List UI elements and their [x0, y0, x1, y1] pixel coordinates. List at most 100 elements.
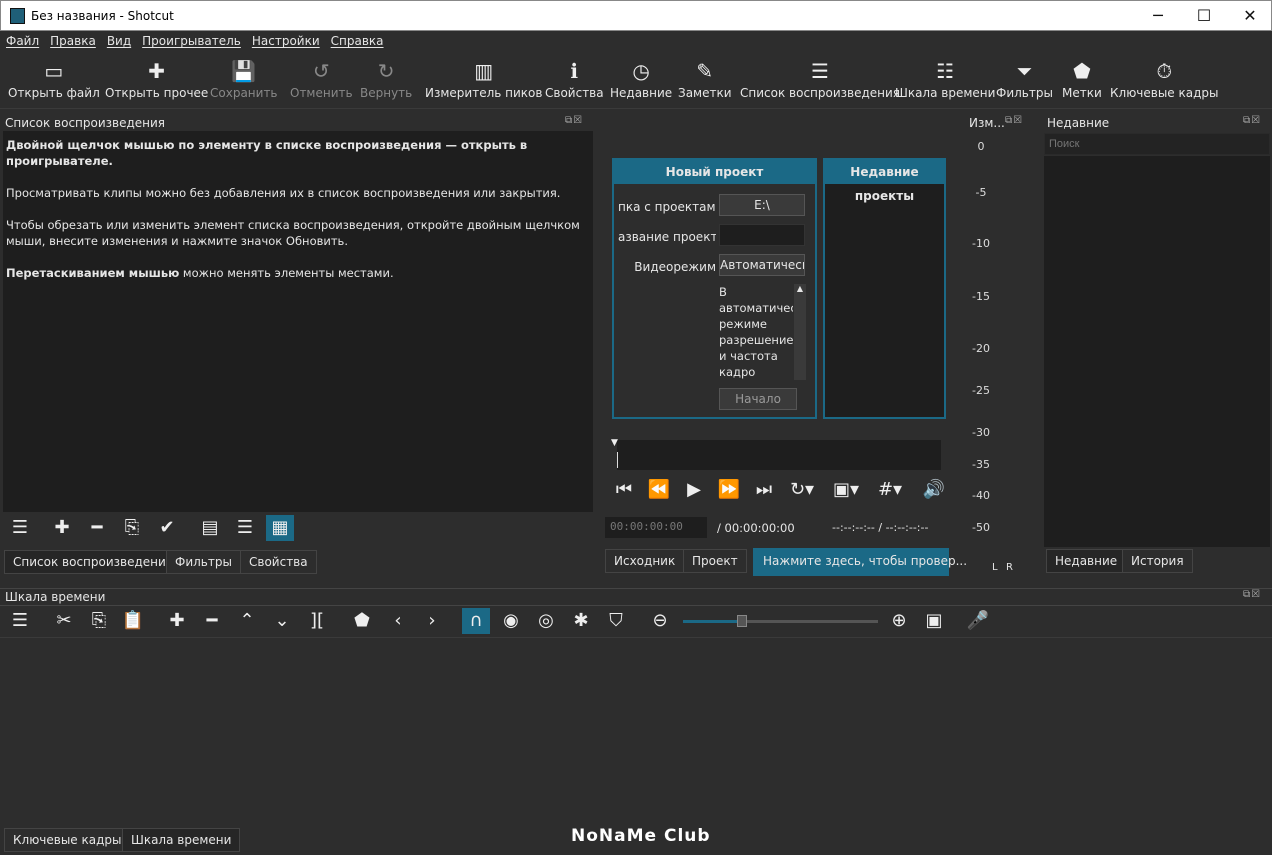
- record-audio-icon[interactable]: 🎤: [964, 608, 992, 634]
- info-button[interactable]: ℹ Свойства: [545, 58, 604, 100]
- folder-open-button[interactable]: ▭ Открыть файл: [8, 58, 100, 100]
- tab-project[interactable]: Проект: [683, 549, 747, 573]
- dock-float-close-icon[interactable]: ⧉☒: [565, 115, 583, 126]
- cut-icon[interactable]: ✂: [50, 608, 78, 634]
- projects-folder-button[interactable]: E:\: [719, 194, 805, 216]
- copy-icon[interactable]: ⎘: [85, 608, 113, 634]
- volume-icon[interactable]: 🔊: [920, 477, 948, 503]
- remove-icon[interactable]: ━: [83, 515, 111, 541]
- list-button[interactable]: ☰ Список воспроизведения: [740, 58, 900, 100]
- recent-projects-list[interactable]: [825, 184, 944, 417]
- zoom-fit-icon[interactable]: ▣: [920, 608, 948, 634]
- tab-filters[interactable]: Фильтры: [166, 550, 241, 574]
- playlist-title: Список воспроизведения: [5, 116, 166, 130]
- redo-button[interactable]: ↻ Вернуть: [360, 58, 412, 100]
- menu-edit[interactable]: Правка: [44, 31, 101, 48]
- overwrite-icon[interactable]: ⌄: [268, 608, 296, 634]
- dock-float-close-icon[interactable]: ⧉☒: [1243, 115, 1261, 126]
- main-toolbar: ▭ Открыть файл ✚ Открыть прочее 💾 Сохранить ↺ О…: [0, 52, 1272, 109]
- minimize-button[interactable]: ─: [1135, 1, 1181, 31]
- recent-projects-title[interactable]: Недавние проекты: [825, 160, 944, 203]
- details-view-icon[interactable]: ▤: [196, 515, 224, 541]
- previous-marker-icon[interactable]: ‹: [384, 608, 412, 634]
- marker-button[interactable]: ⬟ Метки: [1062, 58, 1102, 100]
- timeline-icon: ☷: [936, 59, 955, 83]
- notes-button[interactable]: ✎ Заметки: [678, 58, 732, 100]
- meter-tick: -10: [972, 237, 990, 250]
- dock-float-close-icon[interactable]: ⧉☒: [1005, 115, 1023, 126]
- clock-button[interactable]: ◷ Недавние: [610, 58, 672, 100]
- fast-forward-icon[interactable]: ⏩: [715, 477, 743, 503]
- zoom-in-icon[interactable]: ⊕: [885, 608, 913, 634]
- tab-properties[interactable]: Свойства: [240, 550, 317, 574]
- description-scrollbar[interactable]: ▲: [794, 284, 806, 380]
- playlist-hint: Двойной щелчок мышью по элементу в списк…: [6, 138, 528, 168]
- open-other-button[interactable]: ✚ Открыть прочее: [105, 58, 208, 100]
- skip-to-end-icon[interactable]: ⏭: [750, 477, 778, 503]
- undo-button[interactable]: ↺ Отменить: [290, 58, 353, 100]
- menu-player[interactable]: Проигрыватель: [136, 31, 246, 48]
- scrubber-bar[interactable]: ▼: [611, 438, 941, 470]
- replace-icon[interactable]: ⎘: [118, 515, 146, 541]
- remove-icon[interactable]: ━: [198, 608, 226, 634]
- project-name-input[interactable]: [719, 224, 805, 246]
- recent-search-input[interactable]: [1044, 133, 1270, 155]
- rewind-icon[interactable]: ⏪: [645, 477, 673, 503]
- timeline-menu-icon[interactable]: ☰: [6, 608, 34, 634]
- update-notice-button[interactable]: Нажмите здесь, чтобы провер...: [753, 548, 967, 576]
- stopwatch-button[interactable]: ⏱ Ключевые кадры: [1110, 58, 1219, 100]
- filter-button[interactable]: ⏷ Фильтры: [996, 58, 1053, 100]
- add-icon[interactable]: ✚: [48, 515, 76, 541]
- next-marker-icon[interactable]: ›: [418, 608, 446, 634]
- zoom-slider-handle[interactable]: [736, 615, 747, 627]
- play-icon[interactable]: ▶: [680, 477, 708, 503]
- scrub-icon[interactable]: ◉: [497, 608, 525, 634]
- menu-settings[interactable]: Настройки: [246, 31, 325, 48]
- skip-to-start-icon[interactable]: ⏮: [610, 477, 638, 503]
- grid-icon[interactable]: #▾: [876, 477, 904, 503]
- marker-icon[interactable]: ⬟: [348, 608, 376, 634]
- zoom-slider-fill: [683, 620, 742, 623]
- start-button[interactable]: Начало: [719, 388, 797, 410]
- ripple-icon[interactable]: ◎: [532, 608, 560, 634]
- playlist-menu-icon[interactable]: ☰: [6, 515, 34, 541]
- recent-list[interactable]: [1044, 156, 1270, 547]
- zoom-out-icon[interactable]: ⊖: [646, 608, 674, 634]
- snap-icon[interactable]: ∩: [462, 608, 490, 634]
- splitter[interactable]: [0, 588, 1272, 589]
- menu-help[interactable]: Справка: [325, 31, 389, 48]
- tab-history[interactable]: История: [1122, 549, 1193, 573]
- loop-icon[interactable]: ↻▾: [788, 477, 816, 503]
- append-icon[interactable]: ✚: [163, 608, 191, 634]
- paste-icon[interactable]: 📋: [119, 608, 147, 634]
- ripple-markers-icon[interactable]: ⛉: [602, 608, 630, 634]
- zoom-fit-icon[interactable]: ▣▾: [832, 477, 860, 503]
- menu-view[interactable]: Вид: [101, 31, 136, 48]
- lift-icon[interactable]: ⌃: [233, 608, 261, 634]
- video-mode-select[interactable]: Автоматически: [719, 254, 805, 276]
- split-icon[interactable]: ][: [303, 608, 331, 634]
- timeline-tracks[interactable]: [0, 637, 1272, 827]
- tab-playlist[interactable]: Список воспроизведения: [4, 550, 183, 574]
- update-check-icon[interactable]: ✔: [153, 515, 181, 541]
- zoom-slider[interactable]: [683, 615, 878, 627]
- grid-view-icon[interactable]: ▦: [266, 515, 294, 541]
- list-view-icon[interactable]: ☰: [231, 515, 259, 541]
- tab-recent[interactable]: Недавние: [1046, 549, 1127, 573]
- tab-timeline[interactable]: Шкала времени: [122, 828, 241, 852]
- tab-keyframes[interactable]: Ключевые кадры: [4, 828, 131, 852]
- timecode-input[interactable]: 00:00:00:00: [605, 517, 707, 538]
- playhead-icon[interactable]: ▼: [611, 438, 618, 448]
- menu-file[interactable]: Файл: [0, 31, 44, 48]
- peak-meter-button[interactable]: ▥ Измеритель пиков: [425, 58, 542, 100]
- ripple-all-icon[interactable]: ✱: [567, 608, 595, 634]
- tab-source[interactable]: Исходник: [605, 549, 685, 573]
- close-button[interactable]: ✕: [1227, 1, 1272, 31]
- save-button[interactable]: 💾 Сохранить: [210, 58, 278, 100]
- marker-icon: ⬟: [1073, 59, 1091, 83]
- timeline-button[interactable]: ☷ Шкала времени: [895, 58, 995, 100]
- maximize-button[interactable]: ☐: [1181, 1, 1227, 31]
- recent-projects-panel: Недавние проекты: [823, 158, 946, 419]
- playlist-list[interactable]: Двойной щелчок мышью по элементу в списк…: [3, 131, 593, 512]
- dock-float-close-icon[interactable]: ⧉☒: [1243, 589, 1261, 600]
